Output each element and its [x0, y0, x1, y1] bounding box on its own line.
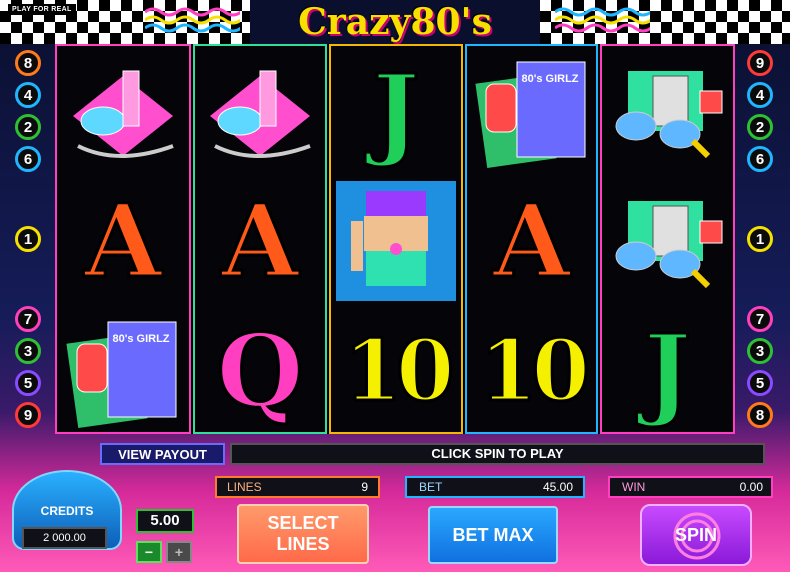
magazine-phone-icon: 80's GIRLZ80's GIRLZ — [467, 46, 596, 176]
lines-display: LINES 9 — [215, 476, 380, 498]
payline-badge[interactable]: 7 — [747, 306, 773, 332]
svg-text:80's GIRLZ: 80's GIRLZ — [521, 73, 578, 85]
card-symbol-10: 10 — [342, 321, 456, 420]
bet-value: 45.00 — [542, 480, 573, 494]
payline-badge[interactable]: 2 — [15, 114, 41, 140]
win-value: 0.00 — [739, 480, 763, 494]
card-symbol: 10 — [467, 306, 596, 436]
bet-max-button[interactable]: BET MAX — [428, 506, 558, 564]
payline-badge[interactable]: 1 — [747, 226, 773, 252]
spin-label: SPIN — [674, 524, 717, 545]
coin-increase-button[interactable]: + — [166, 541, 192, 563]
lines-value: 9 — [361, 480, 368, 494]
card-symbol-q: Q — [215, 312, 305, 430]
game-logo: Crazy80's — [298, 1, 492, 43]
card-symbol: Q — [195, 306, 325, 436]
perfume-icon — [57, 46, 189, 176]
card-symbol: A — [57, 176, 189, 306]
payline-badge[interactable]: 2 — [747, 114, 773, 140]
payline-badge[interactable]: 5 — [747, 370, 773, 396]
credits-label: CREDITS — [40, 504, 94, 518]
card-symbol: 10 — [331, 306, 461, 436]
payline-badge[interactable]: 4 — [15, 82, 41, 108]
reel-5: J — [600, 44, 735, 434]
payline-badge[interactable]: 6 — [747, 146, 773, 172]
card-symbol-j: J — [371, 52, 421, 170]
select-lines-label-top: SELECT — [267, 513, 339, 533]
card-symbol: J — [331, 46, 461, 176]
payline-badge[interactable]: 8 — [747, 402, 773, 428]
status-message-bar: CLICK SPIN TO PLAY — [230, 443, 765, 465]
reel-1: A80's GIRLZ80's GIRLZ — [55, 44, 191, 434]
dancer-icon — [331, 176, 461, 306]
card-symbol-a: A — [491, 182, 572, 300]
wave-decoration-right — [555, 7, 650, 33]
card-symbol-j: J — [642, 312, 692, 430]
card-symbol: A — [195, 176, 325, 306]
coin-value-display: 5.00 — [136, 509, 194, 533]
select-lines-label-bottom: LINES — [276, 534, 330, 554]
reel-2: AQ — [193, 44, 327, 434]
card-symbol: J — [602, 306, 733, 436]
bet-label: BET — [419, 480, 443, 494]
payline-badge[interactable]: 3 — [747, 338, 773, 364]
sunglasses-cassette-icon — [602, 46, 733, 176]
payline-badge[interactable]: 6 — [15, 146, 41, 172]
payline-badge[interactable]: 8 — [15, 50, 41, 76]
lines-label: LINES — [227, 480, 262, 494]
payline-badge[interactable]: 7 — [15, 306, 41, 332]
reel-4: 80's GIRLZ80's GIRLZA 10 — [465, 44, 598, 434]
bet-display: BET 45.00 — [405, 476, 585, 498]
card-symbol-a: A — [83, 182, 164, 300]
win-display: WIN 0.00 — [608, 476, 773, 498]
wave-decoration-left — [145, 7, 240, 33]
spin-button[interactable]: SPIN — [640, 504, 752, 566]
coin-decrease-button[interactable]: − — [136, 541, 162, 563]
payline-badge[interactable]: 1 — [15, 226, 41, 252]
sunglasses-cassette-icon — [602, 176, 733, 306]
perfume-icon — [195, 46, 325, 176]
win-label: WIN — [622, 480, 646, 494]
card-symbol-10: 10 — [478, 321, 592, 420]
reel-area: A80's GIRLZ80's GIRLZAQJ1080's GIRLZ80's… — [55, 44, 735, 434]
payline-badge[interactable]: 9 — [747, 50, 773, 76]
view-payout-button[interactable]: VIEW PAYOUT — [100, 443, 225, 465]
magazine-phone-icon: 80's GIRLZ80's GIRLZ — [57, 306, 189, 436]
select-lines-button[interactable]: SELECT LINES — [237, 504, 369, 564]
payline-badge[interactable]: 3 — [15, 338, 41, 364]
payline-badge[interactable]: 9 — [15, 402, 41, 428]
payline-badge[interactable]: 4 — [747, 82, 773, 108]
payline-badge[interactable]: 5 — [15, 370, 41, 396]
credits-value: 2 000.00 — [22, 527, 107, 549]
play-for-real-toggle[interactable]: PLAY FOR REAL — [8, 4, 76, 15]
svg-text:80's GIRLZ: 80's GIRLZ — [112, 333, 169, 345]
card-symbol-a: A — [220, 182, 301, 300]
card-symbol: A — [467, 176, 596, 306]
reel-3: J 10 — [329, 44, 463, 434]
